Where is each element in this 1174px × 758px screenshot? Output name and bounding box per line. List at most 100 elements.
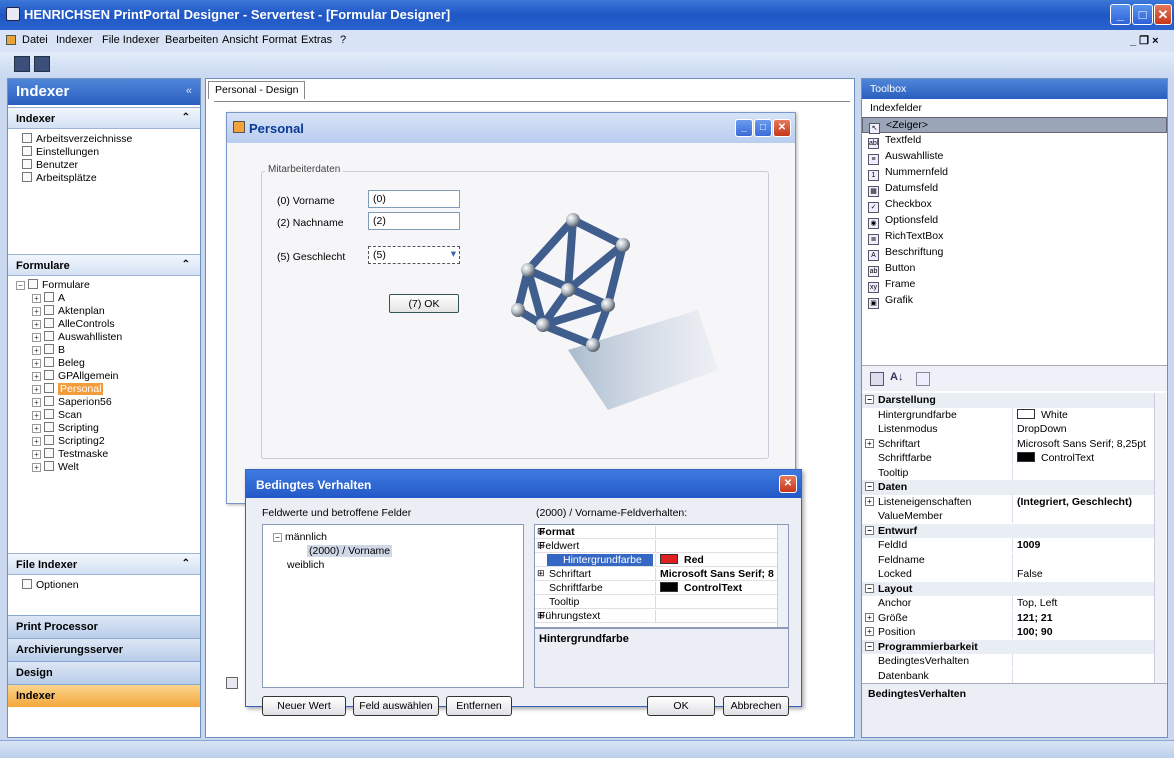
tree-item[interactable]: Arbeitsplätze <box>22 172 132 185</box>
property-row[interactable]: Listenmodus DropDown <box>862 422 1154 437</box>
toolbox-item[interactable]: ✓ Checkbox <box>862 197 1167 213</box>
tab-personal-design[interactable]: Personal - Design <box>208 81 306 99</box>
behaviour-row[interactable]: Hintergrundfarbe Red <box>535 553 788 567</box>
property-row[interactable]: + Position 100; 90 <box>862 625 1154 640</box>
nav-archivierungsserver[interactable]: Archivierungsserver <box>8 638 200 661</box>
behaviour-row[interactable]: ⊞ Führungstext <box>535 609 788 623</box>
vorname-field[interactable]: (0) <box>368 190 460 208</box>
form-close-button[interactable]: ✕ <box>773 119 791 137</box>
tree-item[interactable]: + Auswahllisten <box>16 331 122 344</box>
tree-item[interactable]: + Scripting <box>16 422 122 435</box>
component-tray-icon[interactable] <box>226 677 238 689</box>
property-scrollbar[interactable] <box>1154 393 1166 683</box>
property-row[interactable]: Feldname <box>862 552 1154 568</box>
section-formulare[interactable]: Formulare ⌃ <box>8 254 200 276</box>
maximize-button[interactable]: □ <box>1132 4 1153 25</box>
remove-button[interactable]: Entfernen <box>446 696 512 716</box>
menu-extras[interactable]: Extras <box>301 34 332 46</box>
property-row[interactable]: + Schriftart Microsoft Sans Serif; 8,25pt <box>862 436 1154 452</box>
bedingtes-verhalten-dialog[interactable]: Bedingtes Verhalten ✕ Feldwerte und betr… <box>245 469 802 716</box>
expand-icon[interactable]: + <box>865 612 874 622</box>
expand-icon[interactable]: + <box>32 385 41 394</box>
expand-icon[interactable]: + <box>32 398 41 407</box>
save-icon[interactable] <box>14 56 30 72</box>
toolbox-item[interactable]: ▣ Grafik <box>862 293 1167 309</box>
property-row[interactable]: Tooltip <box>862 465 1154 481</box>
property-row[interactable]: FeldId 1009 <box>862 538 1154 553</box>
select-field-button[interactable]: Feld auswählen <box>353 696 439 716</box>
tree-item[interactable]: + A <box>16 292 122 305</box>
field-values-tree[interactable]: − männlich (2000) / Vorname weiblich <box>262 524 524 688</box>
property-row[interactable]: Datenbank <box>862 668 1154 684</box>
tree-item[interactable]: + AlleControls <box>16 318 122 331</box>
expand-icon[interactable]: + <box>32 463 41 472</box>
behaviour-scrollbar[interactable] <box>777 525 788 627</box>
form-ok-button[interactable]: (7) OK <box>389 294 459 313</box>
tree-item[interactable]: + Scan <box>16 409 122 422</box>
form-minimize-button[interactable]: _ <box>735 119 753 137</box>
property-category[interactable]: − Programmierbarkeit <box>862 639 1154 654</box>
menu-bearbeiten[interactable]: Bearbeiten <box>165 34 218 46</box>
tree-item[interactable]: + Scripting2 <box>16 435 122 448</box>
expand-icon[interactable]: + <box>32 333 41 342</box>
tree-item[interactable]: Einstellungen <box>22 146 132 159</box>
toolbox-item[interactable]: abl Textfeld <box>862 133 1167 149</box>
property-row[interactable]: Hintergrundfarbe White <box>862 407 1154 423</box>
behaviour-row[interactable]: ⊞ Schriftart Microsoft Sans Serif; 8 <box>535 567 788 581</box>
toolbox-item[interactable]: xy Frame <box>862 277 1167 293</box>
toolbox-item[interactable]: ↖ <Zeiger> <box>862 117 1167 134</box>
property-category[interactable]: − Daten <box>862 480 1154 495</box>
tree-item[interactable]: + GPAllgemein <box>16 370 122 383</box>
new-value-button[interactable]: Neuer Wert <box>262 696 346 716</box>
expand-icon[interactable]: + <box>865 438 874 448</box>
expand-icon[interactable]: − <box>865 482 874 491</box>
property-row[interactable]: Anchor Top, Left <box>862 596 1154 611</box>
expand-icon[interactable]: + <box>865 496 874 506</box>
behaviour-row[interactable]: Schriftfarbe ControlText <box>535 581 788 595</box>
save-all-icon[interactable] <box>34 56 50 72</box>
tree-item[interactable]: Optionen <box>22 579 79 592</box>
behaviour-row[interactable]: ⊟ Format <box>535 525 788 539</box>
expand-icon[interactable]: − <box>865 583 874 593</box>
menu-indexer[interactable]: Indexer <box>56 34 93 46</box>
behaviour-row[interactable]: ⊟ Feldwert <box>535 539 788 553</box>
behaviour-row[interactable]: Tooltip <box>535 595 788 609</box>
collapse-icon[interactable]: « <box>186 85 192 97</box>
menu-format[interactable]: Format <box>262 34 297 46</box>
nav-print-processor[interactable]: Print Processor <box>8 615 200 638</box>
toolbox-item[interactable]: 1 Nummernfeld <box>862 165 1167 181</box>
tree-root[interactable]: − Formulare <box>16 279 122 292</box>
expand-icon[interactable]: + <box>865 627 874 636</box>
toolbox-item[interactable]: A Beschriftung <box>862 245 1167 261</box>
menu-file-indexer[interactable]: File Indexer <box>102 34 159 46</box>
property-grid[interactable]: − Darstellung Hintergrundfarbe White Listenm… <box>862 393 1154 683</box>
section-file-indexer[interactable]: File Indexer ⌃ <box>8 553 200 575</box>
property-row[interactable]: + Größe 121; 21 <box>862 610 1154 626</box>
tree-item[interactable]: − männlich <box>273 531 327 543</box>
geschlecht-combo[interactable]: (5) ▾ <box>368 246 460 264</box>
menu-datei[interactable]: Datei <box>22 34 48 46</box>
property-row[interactable]: ValueMember <box>862 509 1154 524</box>
property-row[interactable]: + Listeneigenschaften (Integriert, Geschle… <box>862 494 1154 510</box>
expand-icon[interactable]: ⊞ <box>537 568 545 579</box>
nachname-field[interactable]: (2) <box>368 212 460 230</box>
close-button[interactable]: ✕ <box>1154 4 1172 25</box>
tree-item-selected[interactable]: (2000) / Vorname <box>307 545 393 557</box>
form-maximize-button[interactable]: □ <box>754 119 772 137</box>
expand-icon[interactable]: + <box>32 294 41 303</box>
expand-icon[interactable]: − <box>865 641 874 651</box>
tree-item[interactable]: + B <box>16 344 122 357</box>
property-category[interactable]: − Layout <box>862 581 1154 596</box>
tree-item[interactable]: Arbeitsverzeichnisse <box>22 133 132 146</box>
section-indexer[interactable]: Indexer ⌃ <box>8 107 200 129</box>
nav-design[interactable]: Design <box>8 661 200 684</box>
collapse-icon[interactable]: − <box>16 281 25 290</box>
toolbox-item[interactable]: ≣ RichTextBox <box>862 229 1167 245</box>
expand-icon[interactable]: + <box>32 320 41 329</box>
tree-item[interactable]: + Saperion56 <box>16 396 122 409</box>
property-row[interactable]: Locked False <box>862 567 1154 582</box>
property-row[interactable]: BedingtesVerhalten <box>862 654 1154 669</box>
nav-indexer[interactable]: Indexer <box>8 684 200 707</box>
toolbox-item[interactable]: ≡ Auswahlliste <box>862 149 1167 165</box>
property-category[interactable]: − Entwurf <box>862 523 1154 538</box>
